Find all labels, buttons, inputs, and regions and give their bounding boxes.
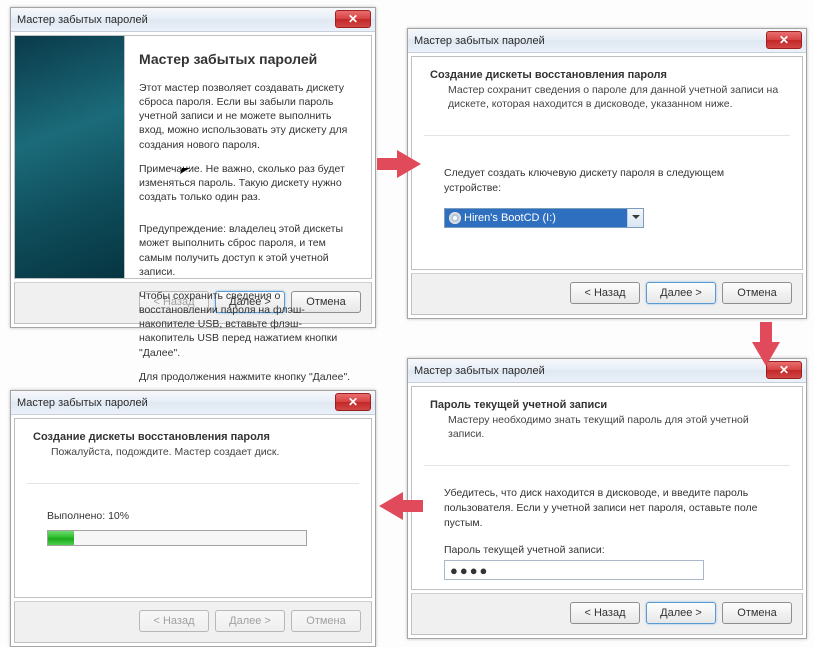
step-header: Создание дискеты восстановления пароля П… xyxy=(27,431,359,469)
intro-paragraph-2: Примечание. Не важно, сколько раз будет … xyxy=(139,162,357,205)
step-header: Пароль текущей учетной записи Мастеру не… xyxy=(424,399,790,451)
client-area: Мастер забытых паролей Этот мастер позво… xyxy=(14,35,372,279)
password-instruction: Убедитесь, что диск находится в дисковод… xyxy=(424,480,790,536)
separator xyxy=(424,465,790,466)
chevron-down-icon[interactable] xyxy=(627,209,643,227)
wizard-heading: Мастер забытых паролей xyxy=(139,50,357,69)
window-title: Мастер забытых паролей xyxy=(17,14,148,26)
cancel-button: Отмена xyxy=(291,610,361,632)
window-title: Мастер забытых паролей xyxy=(414,35,545,47)
step-subtext: Пожалуйста, подождите. Мастер создает ди… xyxy=(33,445,353,459)
close-button[interactable]: ✕ xyxy=(335,393,371,411)
intro-continue: Для продолжения нажмите кнопку "Далее". xyxy=(139,370,357,384)
progress-area: Выполнено: 10% xyxy=(27,500,359,556)
flow-arrow-left-icon xyxy=(379,492,403,520)
step-subtext: Мастеру необходимо знать текущий пароль … xyxy=(430,413,784,441)
back-button[interactable]: < Назад xyxy=(570,282,640,304)
button-row: < Назад Далее > Отмена xyxy=(411,273,803,315)
next-button: Далее > xyxy=(215,610,285,632)
password-mask: ●●●● xyxy=(450,563,489,578)
combobox-selection: Hiren's BootCD (I:) xyxy=(445,209,627,227)
intro-usb-note: Чтобы сохранить сведения о восстановлени… xyxy=(139,289,357,360)
wizard-dialog-intro: Мастер забытых паролей ✕ Мастер забытых … xyxy=(10,7,376,328)
titlebar[interactable]: Мастер забытых паролей ✕ xyxy=(11,8,375,32)
progress-bar xyxy=(47,530,307,546)
disc-icon xyxy=(449,212,461,224)
progress-label: Выполнено: 10% xyxy=(47,510,339,522)
intro-paragraph-1: Этот мастер позволяет создавать дискету … xyxy=(139,81,357,152)
next-button[interactable]: Далее > xyxy=(646,282,716,304)
titlebar[interactable]: Мастер забытых паролей ✕ xyxy=(11,391,375,415)
window-title: Мастер забытых паролей xyxy=(17,397,148,409)
step-header: Создание дискеты восстановления пароля М… xyxy=(424,69,790,121)
close-icon: ✕ xyxy=(348,13,358,25)
password-input[interactable]: ●●●● xyxy=(444,560,704,580)
next-button[interactable]: Далее > xyxy=(646,602,716,624)
cancel-button[interactable]: Отмена xyxy=(722,602,792,624)
wizard-dialog-password: Мастер забытых паролей ✕ Пароль текущей … xyxy=(407,358,807,639)
titlebar[interactable]: Мастер забытых паролей ✕ xyxy=(408,29,806,53)
device-combobox[interactable]: Hiren's BootCD (I:) xyxy=(444,208,644,228)
separator xyxy=(27,483,359,484)
close-icon: ✕ xyxy=(779,364,789,376)
cancel-button[interactable]: Отмена xyxy=(722,282,792,304)
client-area: Пароль текущей учетной записи Мастеру не… xyxy=(411,386,803,590)
step-heading: Создание дискеты восстановления пароля xyxy=(430,69,784,81)
step-heading: Пароль текущей учетной записи xyxy=(430,399,784,411)
button-row: < Назад Далее > Отмена xyxy=(14,601,372,643)
password-label: Пароль текущей учетной записи: xyxy=(424,536,790,556)
wizard-text: Мастер забытых паролей Этот мастер позво… xyxy=(125,36,371,278)
device-instruction: Следует создать ключевую дискету пароля … xyxy=(424,160,790,201)
wizard-side-image xyxy=(15,36,125,278)
window-title: Мастер забытых паролей xyxy=(414,365,545,377)
flow-arrow-right-icon xyxy=(397,150,421,178)
progress-fill xyxy=(48,531,74,545)
client-area: Создание дискеты восстановления пароля П… xyxy=(14,418,372,598)
intro-warning: Предупреждение: владелец этой дискеты мо… xyxy=(139,222,357,279)
button-row: < Назад Далее > Отмена xyxy=(411,593,803,635)
back-button: < Назад xyxy=(139,610,209,632)
client-area: Создание дискеты восстановления пароля М… xyxy=(411,56,803,270)
flow-arrow-down-icon xyxy=(752,342,780,366)
step-heading: Создание дискеты восстановления пароля xyxy=(33,431,353,443)
back-button[interactable]: < Назад xyxy=(570,602,640,624)
wizard-dialog-device: Мастер забытых паролей ✕ Создание дискет… xyxy=(407,28,807,319)
wizard-dialog-progress: Мастер забытых паролей ✕ Создание дискет… xyxy=(10,390,376,647)
close-icon: ✕ xyxy=(779,34,789,46)
close-button[interactable]: ✕ xyxy=(335,10,371,28)
combobox-value: Hiren's BootCD (I:) xyxy=(464,212,556,224)
step-subtext: Мастер сохранит сведения о пароле для да… xyxy=(430,83,784,111)
close-button[interactable]: ✕ xyxy=(766,31,802,49)
close-icon: ✕ xyxy=(348,396,358,408)
titlebar[interactable]: Мастер забытых паролей ✕ xyxy=(408,359,806,383)
separator xyxy=(424,135,790,136)
